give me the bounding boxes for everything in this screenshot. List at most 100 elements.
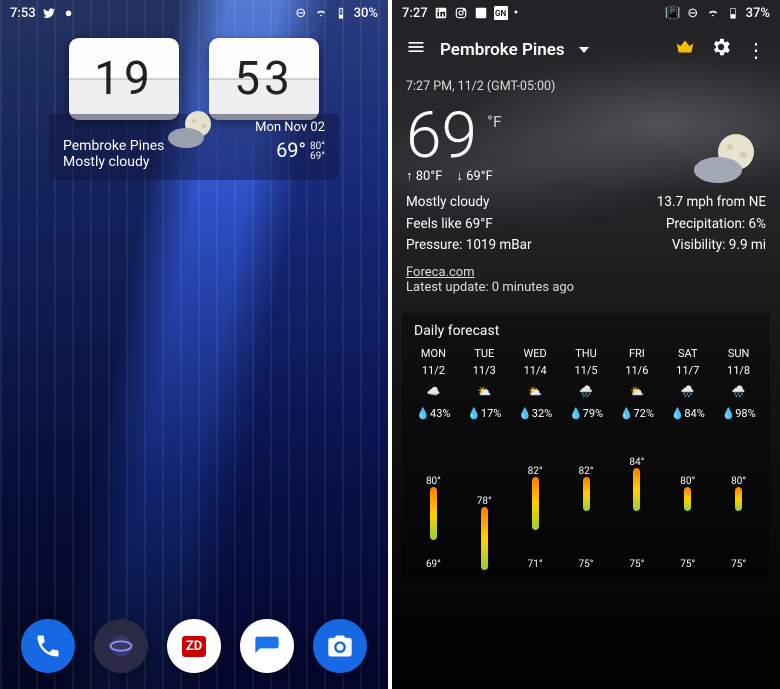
day-date: 11/5 — [561, 364, 612, 377]
lo-temp: ↓ 69°F — [456, 168, 492, 184]
clock-minutes: 53 — [209, 38, 319, 120]
weather-icon: ☁️ — [408, 381, 459, 403]
current-temp: 69 — [406, 104, 477, 168]
status-time: 7:27 — [402, 6, 428, 21]
instagram-icon — [454, 6, 468, 20]
precip-chance: 💧17% — [459, 407, 510, 420]
battery-icon — [726, 6, 740, 20]
weather-app: 7:27 GN • 📳 ⊖ 37% Pembroke Pines — [392, 0, 780, 689]
overflow-icon[interactable]: ⋮ — [746, 38, 766, 62]
dock: ZD — [0, 619, 388, 673]
status-bar: 7:27 GN • 📳 ⊖ 37% — [392, 0, 780, 26]
temp-bar: 82°75° — [561, 466, 612, 570]
precip-chance: 💧32% — [510, 407, 561, 420]
timestamp-label: 7:27 PM, 11/2 (GMT-05:00) — [392, 79, 780, 94]
weather-icon: 🌧️ — [713, 381, 764, 403]
day-date: 11/7 — [662, 364, 713, 377]
chevron-down-icon[interactable] — [579, 47, 589, 53]
twitter-icon — [42, 6, 56, 20]
widget-temp: 69°80°69° — [276, 138, 325, 170]
weather-icon: ⛅ — [510, 381, 561, 403]
day-date: 11/2 — [408, 364, 459, 377]
day-of-week: THU — [561, 347, 612, 360]
dnd-icon: ⊖ — [686, 6, 700, 20]
vibrate-icon: 📳 — [666, 6, 680, 20]
widget-condition: Mostly cloudy — [63, 154, 164, 170]
clock-weather-widget[interactable]: 19 53 Mon Nov 02 Pembroke Pines Mostly c… — [49, 38, 339, 180]
precip-chance: 💧79% — [561, 407, 612, 420]
dot-icon: ● — [62, 6, 76, 20]
feels-like: Feels like 69°F — [406, 214, 532, 236]
day-of-week: MON — [408, 347, 459, 360]
precip-chance: 💧43% — [408, 407, 459, 420]
gear-icon[interactable] — [710, 36, 732, 63]
day-date: 11/6 — [611, 364, 662, 377]
precip-chance: 💧72% — [611, 407, 662, 420]
dot-icon: • — [514, 6, 519, 21]
day-date: 11/4 — [510, 364, 561, 377]
weather-icon: 🌧️ — [561, 381, 612, 403]
weather-icon: ⛅ — [459, 381, 510, 403]
widget-date: Mon Nov 02 — [255, 120, 325, 135]
status-battery-pct: 37% — [746, 6, 770, 21]
wifi-icon — [314, 6, 328, 20]
status-time: 7:53 — [10, 6, 36, 21]
precipitation: Precipitation: 6% — [657, 214, 766, 236]
weather-icon: ⛅ — [611, 381, 662, 403]
day-of-week: TUE — [459, 347, 510, 360]
battery-icon — [334, 6, 348, 20]
notif-icon: GN — [494, 6, 508, 20]
moon-cloud-icon — [164, 108, 224, 156]
zd-app[interactable]: ZD — [167, 619, 221, 673]
temp-bar: 80°75° — [662, 476, 713, 570]
day-of-week: FRI — [611, 347, 662, 360]
temp-unit[interactable]: °F — [487, 112, 502, 131]
temp-bar: 80°75° — [713, 476, 764, 570]
precip-chance: 💧84% — [662, 407, 713, 420]
linkedin-icon — [434, 6, 448, 20]
status-bar: 7:53 ● ⊖ 30% — [0, 0, 388, 26]
widget-city: Pembroke Pines — [63, 138, 164, 154]
day-date: 11/8 — [713, 364, 764, 377]
clock-hours: 19 — [69, 38, 179, 120]
status-battery-pct: 30% — [354, 6, 378, 21]
forecast-day[interactable]: SAT 11/7 🌧️ 💧84% — [662, 347, 713, 424]
temp-bar: 80°69° — [408, 476, 459, 570]
menu-icon[interactable] — [406, 37, 426, 62]
daily-forecast-panel[interactable]: Daily forecast MON 11/2 ☁️ 💧43%TUE 11/3 … — [402, 313, 770, 580]
home-screen: 7:53 ● ⊖ 30% 19 53 — [0, 0, 388, 689]
day-of-week: SAT — [662, 347, 713, 360]
day-of-week: SUN — [713, 347, 764, 360]
wifi-icon — [706, 6, 720, 20]
day-of-week: WED — [510, 347, 561, 360]
forecast-day[interactable]: SUN 11/8 🌧️ 💧98% — [713, 347, 764, 424]
temp-bar: 78° — [459, 496, 510, 569]
panel-title: Daily forecast — [408, 323, 764, 347]
forecast-day[interactable]: THU 11/5 🌧️ 💧79% — [561, 347, 612, 424]
phone-app[interactable] — [21, 619, 75, 673]
forecast-day[interactable]: MON 11/2 ☁️ 💧43% — [408, 347, 459, 424]
linkedin-icon — [474, 6, 488, 20]
moon-cloud-icon — [690, 130, 766, 192]
visibility: Visibility: 9.9 mi — [657, 235, 766, 257]
messages-app[interactable] — [240, 619, 294, 673]
condition-text: Mostly cloudy — [406, 192, 532, 214]
wind: 13.7 mph from NE — [657, 192, 766, 214]
location-title[interactable]: Pembroke Pines — [440, 40, 565, 60]
temp-bar: 84°75° — [611, 457, 662, 570]
dnd-icon: ⊖ — [294, 6, 308, 20]
forecast-day[interactable]: TUE 11/3 ⛅ 💧17% — [459, 347, 510, 424]
pressure: Pressure: 1019 mBar — [406, 235, 532, 257]
forecast-day[interactable]: WED 11/4 ⛅ 💧32% — [510, 347, 561, 424]
camera-app[interactable] — [313, 619, 367, 673]
forecast-day[interactable]: FRI 11/6 ⛅ 💧72% — [611, 347, 662, 424]
day-date: 11/3 — [459, 364, 510, 377]
temp-bar: 82°71° — [510, 466, 561, 570]
crown-icon[interactable] — [674, 36, 696, 63]
precip-chance: 💧98% — [713, 407, 764, 420]
updated-label: Latest update: 0 minutes ago — [406, 280, 574, 295]
weather-icon: 🌧️ — [662, 381, 713, 403]
hi-temp: ↑ 80°F — [406, 168, 442, 184]
browser-app[interactable] — [94, 619, 148, 673]
source-link[interactable]: Foreca.com — [406, 265, 475, 280]
